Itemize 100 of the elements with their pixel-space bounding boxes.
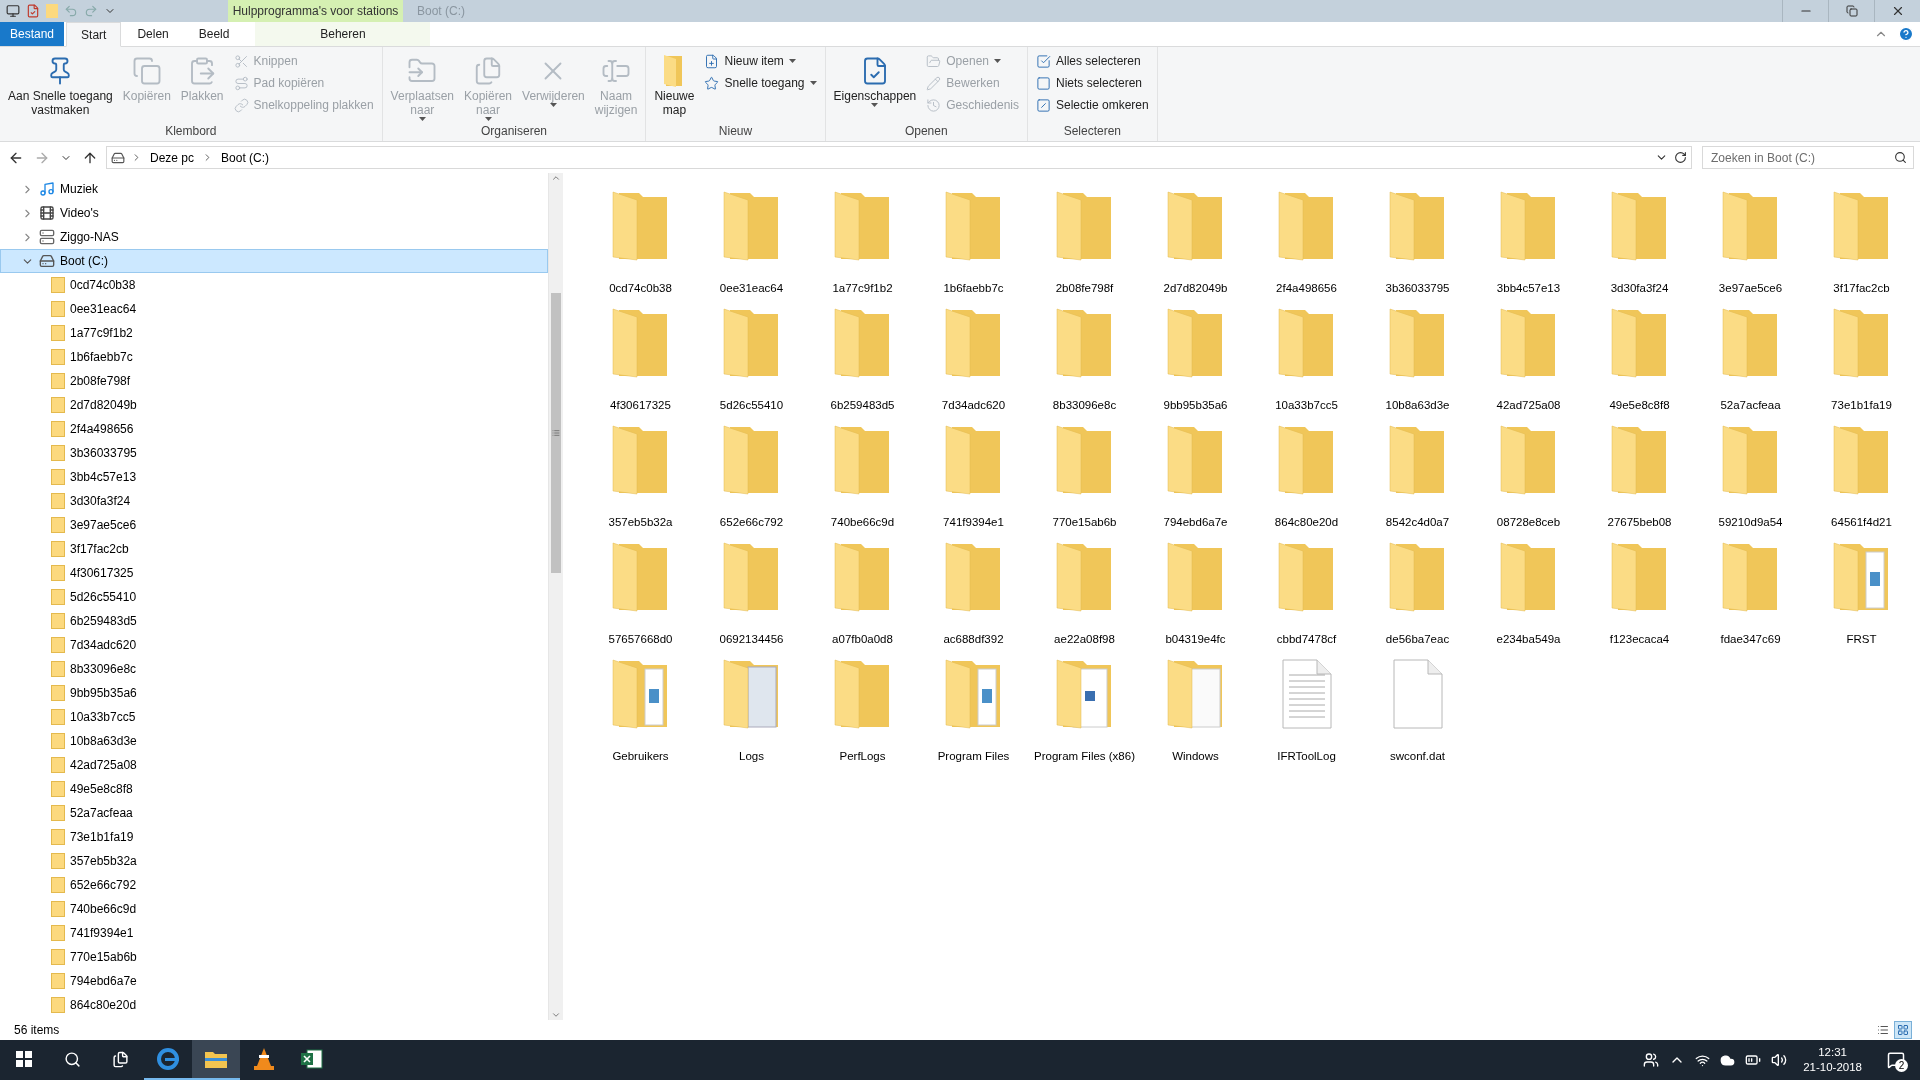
file-item[interactable]: 2b08fe798f <box>1029 191 1140 308</box>
tree-item[interactable]: 3f17fac2cb <box>0 537 548 561</box>
tree-item[interactable]: 10b8a63d3e <box>0 729 548 753</box>
tree-item[interactable]: 52a7acfeaa <box>0 801 548 825</box>
file-item[interactable]: 1b6faebb7c <box>918 191 1029 308</box>
file-item[interactable]: 4f30617325 <box>585 308 696 425</box>
notification-button[interactable]: 2 <box>1878 1040 1914 1080</box>
battery-icon[interactable] <box>1745 1052 1762 1068</box>
file-item[interactable]: 8b33096e8c <box>1029 308 1140 425</box>
file-item[interactable]: PerfLogs <box>807 659 918 776</box>
ribbon-button[interactable]: Niets selecteren <box>1032 73 1153 93</box>
ribbon-button[interactable]: Alles selecteren <box>1032 51 1153 71</box>
ribbon-button[interactable]: Nieuwe map <box>650 49 699 123</box>
tree-item[interactable]: 864c80e20d <box>0 993 548 1017</box>
file-item[interactable]: 7d34adc620 <box>918 308 1029 425</box>
people-icon[interactable] <box>1643 1052 1660 1068</box>
breadcrumb[interactable]: Boot (C:) <box>219 150 272 165</box>
file-item[interactable]: 10a33b7cc5 <box>1251 308 1362 425</box>
file-item[interactable]: fdae347c69 <box>1695 542 1806 659</box>
file-item[interactable]: 8542c4d0a7 <box>1362 425 1473 542</box>
file-item[interactable]: 864c80e20d <box>1251 425 1362 542</box>
ribbon-tab[interactable]: Start <box>66 22 122 47</box>
file-item[interactable]: 357eb5b32a <box>585 425 696 542</box>
file-item[interactable]: 52a7acfeaa <box>1695 308 1806 425</box>
file-item[interactable]: 10b8a63d3e <box>1362 308 1473 425</box>
tree-item[interactable]: 2d7d82049b <box>0 393 548 417</box>
tree-item[interactable]: 3b36033795 <box>0 441 548 465</box>
tree-item[interactable]: 357eb5b32a <box>0 849 548 873</box>
tree-item[interactable]: 741f9394e1 <box>0 921 548 945</box>
tree-item[interactable]: 770e15ab6b <box>0 945 548 969</box>
tree-item[interactable]: 73e1b1fa19 <box>0 825 548 849</box>
tree-item[interactable]: 42ad725a08 <box>0 753 548 777</box>
file-item[interactable]: 1a77c9f1b2 <box>807 191 918 308</box>
tree-item[interactable]: 10a33b7cc5 <box>0 705 548 729</box>
file-item[interactable]: 770e15ab6b <box>1029 425 1140 542</box>
breadcrumb[interactable]: Deze pc <box>148 150 197 165</box>
tree-item[interactable]: 7d34adc620 <box>0 633 548 657</box>
search-field[interactable]: Zoeken in Boot (C:) <box>1702 146 1914 169</box>
ribbon-button[interactable]: Selectie omkeren <box>1032 95 1153 115</box>
ribbon-button[interactable]: Snelle toegang <box>700 73 821 93</box>
file-item[interactable]: swconf.dat <box>1362 659 1473 776</box>
file-item[interactable]: cbbd7478cf <box>1251 542 1362 659</box>
checked-file-icon[interactable] <box>26 4 40 18</box>
file-item[interactable]: 27675beb08 <box>1584 425 1695 542</box>
file-item[interactable]: 5d26c55410 <box>696 308 807 425</box>
file-item[interactable]: FRST <box>1806 542 1917 659</box>
help-icon[interactable] <box>1898 26 1914 42</box>
file-item[interactable]: e234ba549a <box>1473 542 1584 659</box>
file-item[interactable]: 3f17fac2cb <box>1806 191 1917 308</box>
scroll-up-icon[interactable] <box>551 173 561 183</box>
file-item[interactable]: IFRToolLog <box>1251 659 1362 776</box>
view-toggle[interactable] <box>1894 1021 1912 1039</box>
volume-icon[interactable] <box>1771 1052 1788 1068</box>
tree-item[interactable]: 4f30617325 <box>0 561 548 585</box>
file-item[interactable]: 741f9394e1 <box>918 425 1029 542</box>
tree-item[interactable]: 652e66c792 <box>0 873 548 897</box>
tree-item[interactable]: Video's <box>0 201 548 225</box>
scrollbar[interactable] <box>548 173 563 1020</box>
file-item[interactable]: ae22a08f98 <box>1029 542 1140 659</box>
file-item[interactable]: 42ad725a08 <box>1473 308 1584 425</box>
file-item[interactable]: 59210d9a54 <box>1695 425 1806 542</box>
file-item[interactable]: 3d30fa3f24 <box>1584 191 1695 308</box>
file-item[interactable]: 3e97ae5ce6 <box>1695 191 1806 308</box>
file-item[interactable]: Program Files <box>918 659 1029 776</box>
tree-item[interactable]: 2b08fe798f <box>0 369 548 393</box>
file-item[interactable]: 0cd74c0b38 <box>585 191 696 308</box>
ribbon-button[interactable]: Eigenschappen <box>829 49 921 123</box>
tree-item[interactable]: Boot (C:) <box>0 249 548 273</box>
file-item[interactable]: f123ecaca4 <box>1584 542 1695 659</box>
file-item[interactable]: 2d7d82049b <box>1140 191 1251 308</box>
tree-item[interactable]: 3e97ae5ce6 <box>0 513 548 537</box>
scroll-down-icon[interactable] <box>551 1010 561 1020</box>
file-item[interactable]: Gebruikers <box>585 659 696 776</box>
file-item[interactable]: 0ee31eac64 <box>696 191 807 308</box>
file-item[interactable]: 2f4a498656 <box>1251 191 1362 308</box>
tree-item[interactable]: 794ebd6a7e <box>0 969 548 993</box>
tree-item[interactable]: 0cd74c0b38 <box>0 273 548 297</box>
file-item[interactable]: 0692134456 <box>696 542 807 659</box>
tree-item[interactable]: 1b6faebb7c <box>0 345 548 369</box>
file-item[interactable]: 9bb95b35a6 <box>1140 308 1251 425</box>
file-item[interactable]: 652e66c792 <box>696 425 807 542</box>
tree-item[interactable]: 8b33096e8c <box>0 657 548 681</box>
scrollbar-thumb[interactable] <box>551 293 561 573</box>
file-item[interactable]: 64561f4d21 <box>1806 425 1917 542</box>
ribbon-button[interactable]: Nieuw item <box>700 51 821 71</box>
ribbon-button[interactable]: Aan Snelle toegang vastmaken <box>4 49 117 123</box>
taskbar-app[interactable] <box>192 1040 240 1080</box>
cloud-icon[interactable] <box>1720 1052 1736 1068</box>
tree-item[interactable]: 2f4a498656 <box>0 417 548 441</box>
file-item[interactable]: Windows <box>1140 659 1251 776</box>
file-item[interactable]: 740be66c9d <box>807 425 918 542</box>
tree-item[interactable]: 740be66c9d <box>0 897 548 921</box>
file-item[interactable]: 6b259483d5 <box>807 308 918 425</box>
tree-item[interactable]: 9bb95b35a6 <box>0 681 548 705</box>
address-field[interactable]: Deze pc Boot (C:) <box>106 146 1692 169</box>
file-item[interactable]: Program Files (x86) <box>1029 659 1140 776</box>
wifi-icon[interactable] <box>1695 1052 1711 1068</box>
tree-item[interactable]: 3bb4c57e13 <box>0 465 548 489</box>
file-item[interactable]: 57657668d0 <box>585 542 696 659</box>
ribbon-tab[interactable]: Beheren <box>255 22 431 46</box>
